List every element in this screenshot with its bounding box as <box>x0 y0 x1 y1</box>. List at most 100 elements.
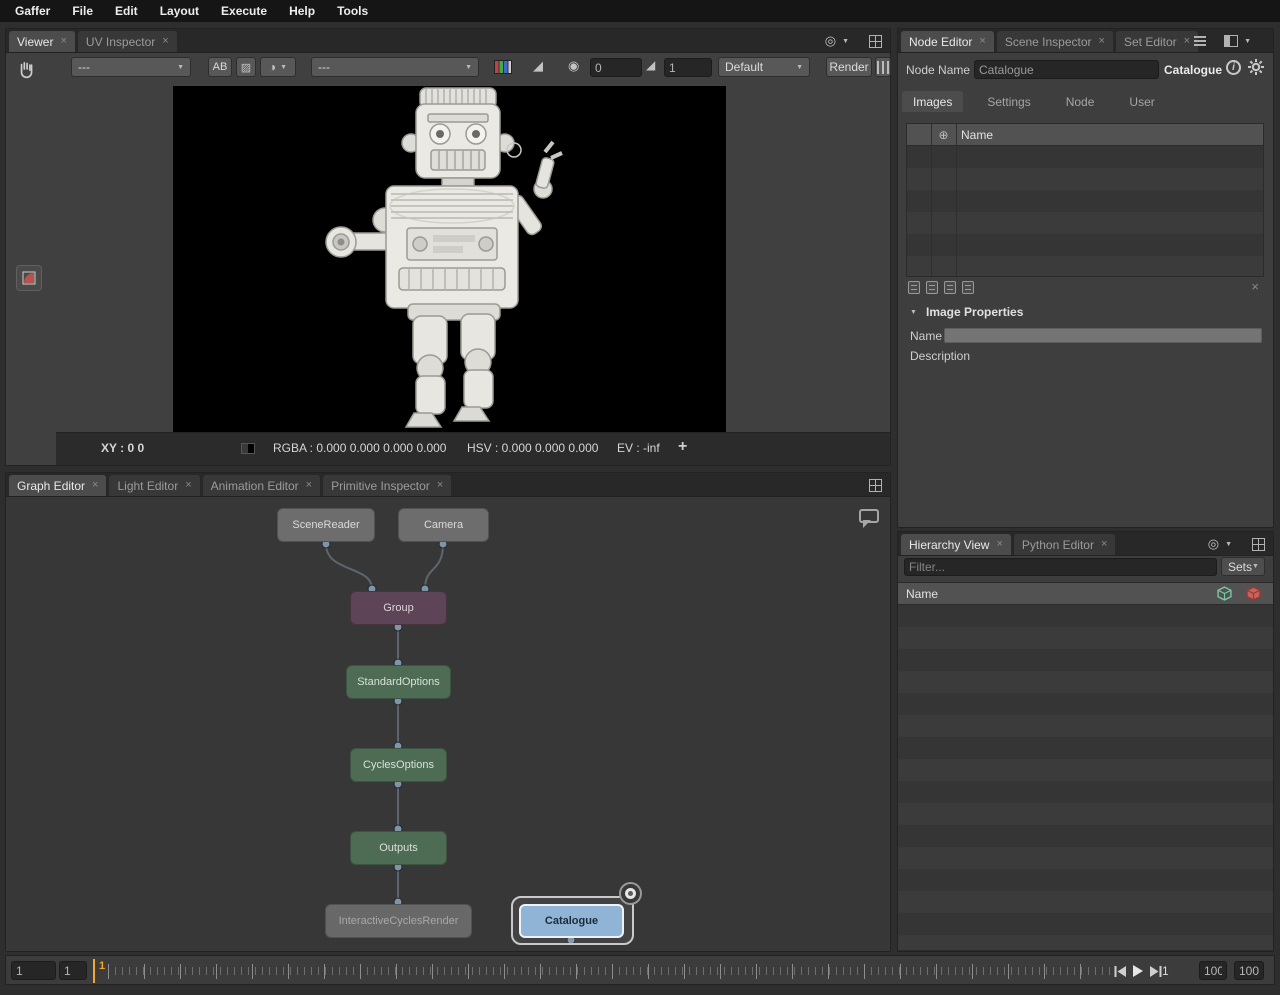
tab-uv-inspector[interactable]: UV Inspector × <box>78 31 177 52</box>
image-properties-title[interactable]: Image Properties <box>926 305 1023 319</box>
playhead[interactable] <box>93 959 95 983</box>
gradient-slope-icon[interactable]: ◢ <box>533 58 543 74</box>
ab-compare-button[interactable]: AB <box>208 57 232 77</box>
view-dropdown[interactable]: Default ▼ <box>718 57 810 77</box>
collapse-arrow-icon[interactable]: ▼ <box>910 309 917 316</box>
graph-node-catalogue[interactable]: Catalogue <box>519 904 624 938</box>
skip-to-end-icon[interactable] <box>1149 966 1162 977</box>
exposure-aperture-icon[interactable]: ◉ <box>568 58 579 74</box>
annotation-bubble-icon[interactable] <box>859 509 879 523</box>
close-icon[interactable]: × <box>979 36 985 47</box>
extract-image-icon[interactable] <box>962 281 974 294</box>
close-icon[interactable]: × <box>92 480 98 491</box>
close-icon[interactable]: × <box>996 539 1002 550</box>
play-icon[interactable] <box>1132 965 1144 977</box>
display-transform-dropdown[interactable]: --- ▼ <box>311 57 479 77</box>
duplicate-image-icon[interactable] <box>926 281 938 294</box>
focus-indicator[interactable] <box>621 884 640 903</box>
graph-node-interactivecyclesrender[interactable]: InteractiveCyclesRender <box>325 904 472 938</box>
exclusions-cube-icon[interactable] <box>1246 586 1261 601</box>
subtab-images[interactable]: Images <box>902 91 963 112</box>
node-graph-canvas[interactable]: SceneReader Camera Group StandardOptions… <box>6 497 890 951</box>
graph-node-group[interactable]: Group <box>350 591 447 625</box>
tab-scene-inspector[interactable]: Scene Inspector × <box>997 31 1113 52</box>
menu-gaffer[interactable]: Gaffer <box>4 0 61 22</box>
images-table-rows[interactable] <box>907 146 1263 276</box>
layout-grid-icon[interactable] <box>1252 538 1265 551</box>
graph-node-cyclesoptions[interactable]: CyclesOptions <box>350 748 447 782</box>
follow-focus-icon[interactable]: ◎ <box>825 33 836 49</box>
node-name-input[interactable] <box>974 60 1159 79</box>
tab-hierarchy-view[interactable]: Hierarchy View × <box>901 534 1011 555</box>
render-button[interactable]: Render <box>826 57 872 77</box>
color-inspector-tool[interactable] <box>16 265 42 291</box>
chevron-down-icon[interactable]: ▼ <box>842 38 849 45</box>
tab-graph-editor[interactable]: Graph Editor × <box>9 475 106 496</box>
chevron-down-icon[interactable]: ▼ <box>1225 541 1232 548</box>
chevron-down-icon[interactable]: ▼ <box>1244 38 1251 45</box>
channels-rgb-icon[interactable] <box>494 60 512 74</box>
tab-viewer[interactable]: Viewer × <box>9 31 75 52</box>
remove-image-icon[interactable]: × <box>1251 279 1259 294</box>
tab-primitive-inspector[interactable]: Primitive Inspector × <box>323 475 451 496</box>
close-icon[interactable]: × <box>437 480 443 491</box>
menu-help[interactable]: Help <box>278 0 326 22</box>
close-icon[interactable]: × <box>306 480 312 491</box>
filter-input[interactable] <box>904 558 1217 576</box>
tab-animation-editor[interactable]: Animation Editor × <box>203 475 320 496</box>
frame-ruler[interactable] <box>108 958 1111 984</box>
tab-list-icon[interactable] <box>1194 36 1206 46</box>
range-start-input[interactable] <box>11 961 56 980</box>
pan-hand-icon[interactable] <box>16 59 36 79</box>
info-icon[interactable]: i <box>1226 60 1241 75</box>
layout-grid-icon[interactable] <box>869 35 882 48</box>
graph-node-scenereader[interactable]: SceneReader <box>277 508 375 542</box>
close-icon[interactable]: × <box>1101 539 1107 550</box>
menu-tools[interactable]: Tools <box>326 0 379 22</box>
gear-icon[interactable] <box>1248 59 1264 75</box>
hierarchy-table[interactable]: Name <box>898 582 1273 951</box>
menu-file[interactable]: File <box>61 0 104 22</box>
close-icon[interactable]: × <box>1184 36 1190 47</box>
menu-edit[interactable]: Edit <box>104 0 149 22</box>
render-controls-button[interactable] <box>875 57 891 77</box>
menu-execute[interactable]: Execute <box>210 0 278 22</box>
graph-node-standardoptions[interactable]: StandardOptions <box>346 665 451 699</box>
subtab-user[interactable]: User <box>1118 91 1165 112</box>
sets-dropdown[interactable]: Sets ▼ <box>1221 557 1265 576</box>
layout-pane-icon[interactable] <box>1224 35 1238 47</box>
tab-python-editor[interactable]: Python Editor × <box>1014 534 1115 555</box>
skip-to-start-icon[interactable] <box>1114 966 1127 977</box>
tab-set-editor[interactable]: Set Editor × <box>1116 31 1198 52</box>
clipping-warning-button[interactable]: ◑ ▼ <box>260 57 296 77</box>
close-icon[interactable]: × <box>60 36 66 47</box>
tab-node-editor[interactable]: Node Editor × <box>901 31 994 52</box>
export-image-icon[interactable] <box>944 281 956 294</box>
inclusions-cube-icon[interactable] <box>1217 586 1232 601</box>
add-image-icon[interactable] <box>908 281 920 294</box>
exposure-input[interactable] <box>590 58 642 77</box>
tab-light-editor[interactable]: Light Editor × <box>109 475 199 496</box>
graph-node-camera[interactable]: Camera <box>398 508 489 542</box>
close-icon[interactable]: × <box>162 36 168 47</box>
menu-layout[interactable]: Layout <box>149 0 210 22</box>
current-frame-input[interactable] <box>59 961 87 980</box>
hierarchy-table-rows[interactable] <box>898 605 1273 950</box>
graph-node-outputs[interactable]: Outputs <box>350 831 447 865</box>
image-name-input[interactable] <box>944 328 1262 343</box>
layer-dropdown[interactable]: --- ▼ <box>71 57 191 77</box>
close-icon[interactable]: × <box>185 480 191 491</box>
subtab-node[interactable]: Node <box>1055 91 1106 112</box>
gamma-slope-icon[interactable]: ◢ <box>646 58 655 72</box>
range-end-input[interactable] <box>1199 961 1227 980</box>
close-icon[interactable]: × <box>1099 36 1105 47</box>
layout-grid-icon[interactable] <box>869 479 882 492</box>
swatch-tool-button[interactable]: ▨ <box>236 57 256 77</box>
max-frame-input[interactable] <box>1234 961 1264 980</box>
subtab-settings[interactable]: Settings <box>976 91 1041 112</box>
gamma-input[interactable] <box>664 58 712 77</box>
add-sample-icon[interactable]: + <box>678 438 687 456</box>
follow-focus-icon[interactable]: ◎ <box>1208 536 1219 552</box>
images-table[interactable]: ⊕ Name <box>906 123 1264 277</box>
render-viewport[interactable] <box>173 86 726 433</box>
